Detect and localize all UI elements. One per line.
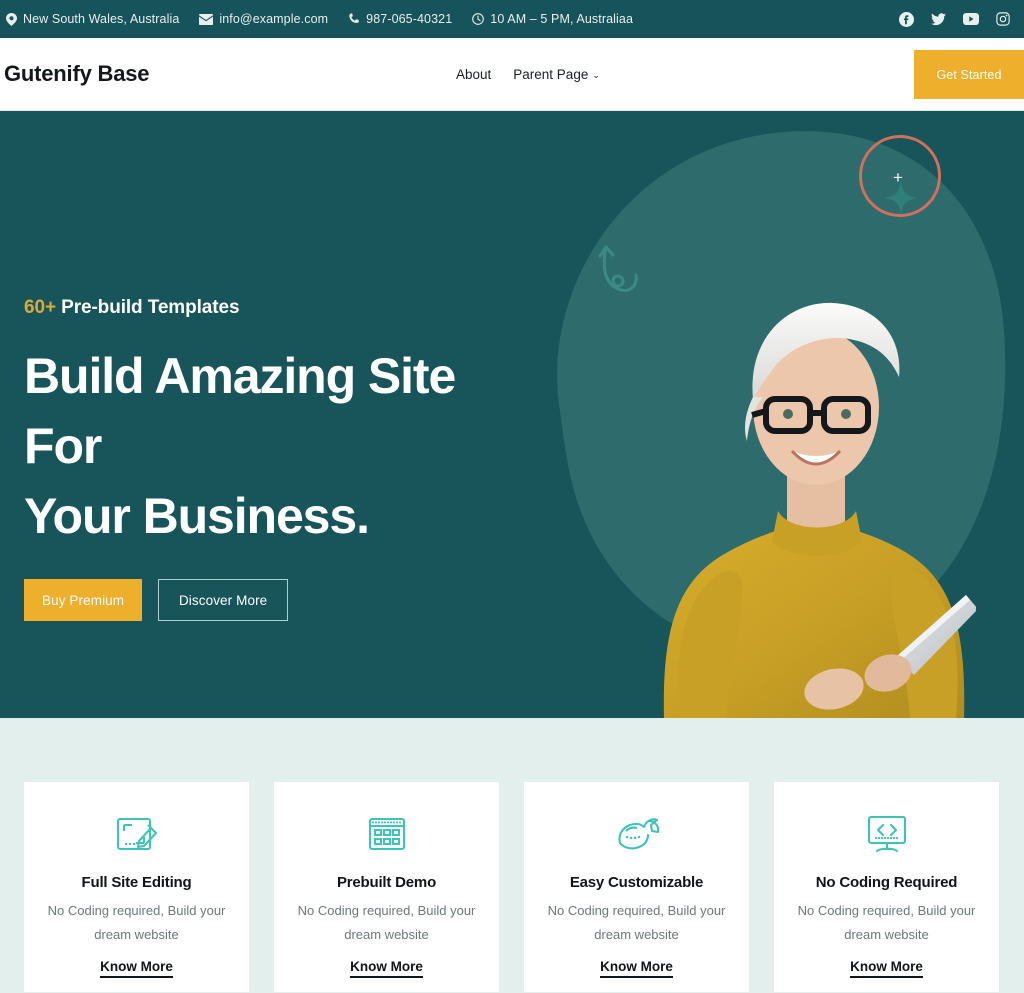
hero-section: + 60+ Pre-build Templates Build Amazing …	[0, 111, 1024, 718]
hero-blob-shape	[557, 131, 1006, 718]
hero-title-line-1: Build Amazing Site For	[24, 348, 456, 474]
top-bar-address-text: New South Wales, Australia	[23, 12, 180, 26]
twitter-icon[interactable]	[931, 12, 946, 26]
feature-card-title: Full Site Editing	[81, 874, 192, 891]
squiggle-arrow-icon	[592, 239, 648, 301]
hero-copy-block: 60+ Pre-build Templates Build Amazing Si…	[24, 297, 544, 621]
top-bar-email-text: info@example.com	[219, 12, 329, 26]
hero-title: Build Amazing Site For Your Business.	[24, 341, 544, 551]
youtube-icon[interactable]	[963, 13, 979, 25]
phone-icon	[348, 13, 360, 25]
site-logo[interactable]: Gutenify Base	[0, 61, 150, 87]
feature-card-no-coding-required[interactable]: No Coding Required No Coding required, B…	[774, 782, 999, 992]
get-started-button[interactable]: Get Started	[914, 50, 1024, 99]
edit-frame-icon	[114, 808, 160, 860]
top-bar-hours-text: 10 AM – 5 PM, Australiaa	[490, 12, 634, 26]
nav-item-about-label: About	[456, 66, 492, 82]
nav-item-parent-page-label: Parent Page	[513, 66, 589, 82]
know-more-link[interactable]: Know More	[100, 959, 173, 978]
feature-card-title: Easy Customizable	[569, 874, 704, 891]
buy-premium-button[interactable]: Buy Premium	[24, 579, 143, 621]
hero-template-plus: +	[44, 297, 56, 318]
discover-more-button[interactable]: Discover More	[158, 579, 289, 621]
location-pin-icon	[6, 12, 17, 26]
plus-icon: +	[893, 168, 903, 187]
hero-eyebrow: 60+ Pre-build Templates	[24, 297, 544, 319]
main-navigation: About Parent Page ⌄	[456, 67, 600, 82]
feature-card-list: Full Site Editing No Coding required, Bu…	[0, 718, 1024, 992]
feature-card-description: No Coding required, Build your dream web…	[47, 903, 226, 942]
feature-card-prebuilt-demo[interactable]: Prebuilt Demo No Coding required, Build …	[274, 782, 499, 992]
site-header: Gutenify Base About Parent Page ⌄ Get St…	[0, 38, 1024, 111]
hero-eyebrow-text: Pre-build Templates	[61, 297, 240, 318]
know-more-link[interactable]: Know More	[600, 959, 673, 978]
hero-template-count: 60	[24, 297, 45, 318]
clock-icon	[472, 13, 485, 25]
hero-button-group: Buy Premium Discover More	[24, 579, 544, 621]
chevron-down-icon: ⌄	[592, 69, 600, 80]
top-bar-address: New South Wales, Australia	[6, 12, 179, 26]
know-more-link[interactable]: Know More	[850, 959, 923, 978]
top-bar-phone-text: 987-065-40321	[366, 12, 453, 26]
features-section: Full Site Editing No Coding required, Bu…	[0, 718, 1024, 993]
window-grid-icon	[366, 808, 408, 860]
top-bar-contact-list: New South Wales, Australia info@example.…	[6, 12, 899, 26]
feature-card-title: Prebuilt Demo	[336, 874, 437, 891]
top-bar-email[interactable]: info@example.com	[199, 12, 328, 26]
hero-artwork: +	[504, 111, 1024, 718]
feature-card-title: No Coding Required	[815, 874, 958, 891]
feature-card-description: No Coding required, Build your dream web…	[297, 903, 476, 942]
top-bar-hours: 10 AM – 5 PM, Australiaa	[472, 12, 633, 26]
top-bar-phone[interactable]: 987-065-40321	[348, 12, 452, 26]
instagram-icon[interactable]	[996, 12, 1010, 26]
nav-item-parent-page[interactable]: Parent Page ⌄	[513, 67, 600, 82]
hero-title-line-2: Your Business.	[24, 488, 370, 544]
facebook-icon[interactable]	[899, 11, 914, 27]
hand-wrench-icon	[614, 808, 660, 860]
nav-item-about[interactable]: About	[456, 67, 491, 82]
feature-card-easy-customizable[interactable]: Easy Customizable No Coding required, Bu…	[524, 782, 749, 992]
feature-card-description: No Coding required, Build your dream web…	[797, 903, 976, 942]
monitor-code-icon	[864, 808, 910, 860]
feature-card-description: No Coding required, Build your dream web…	[547, 903, 726, 942]
know-more-link[interactable]: Know More	[350, 959, 423, 978]
social-links	[899, 11, 1012, 27]
feature-card-full-site-editing[interactable]: Full Site Editing No Coding required, Bu…	[24, 782, 249, 992]
envelope-icon	[199, 13, 214, 25]
top-info-bar: New South Wales, Australia info@example.…	[0, 0, 1024, 38]
